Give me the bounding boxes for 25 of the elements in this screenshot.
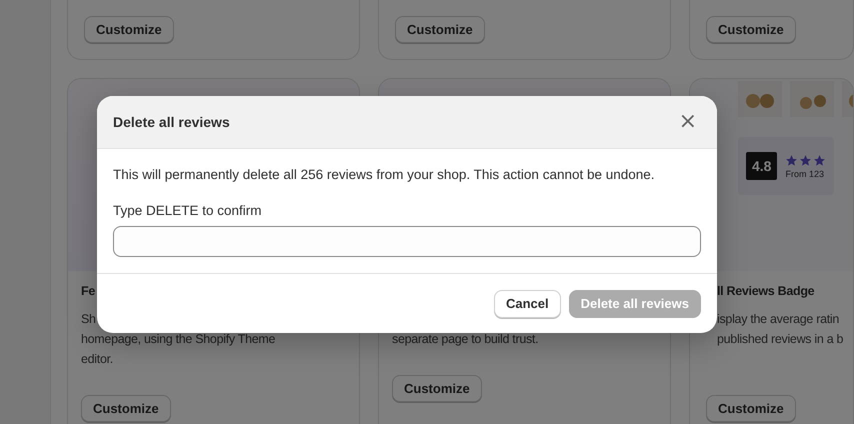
customize-button[interactable]: Customize: [706, 16, 796, 43]
star-icon: [799, 154, 812, 166]
customize-button[interactable]: Customize: [395, 16, 485, 43]
card-title: Fe: [81, 283, 95, 300]
customize-button[interactable]: Customize: [81, 395, 171, 422]
card-description-line: isplay the average ratin: [717, 311, 840, 328]
customize-button[interactable]: Customize: [706, 395, 796, 422]
close-button[interactable]: ×: [674, 111, 701, 133]
customize-button[interactable]: Customize: [84, 16, 174, 43]
card-description-line: published reviews in a b: [717, 331, 844, 348]
confirm-input-field[interactable]: [113, 226, 701, 257]
star-icon: [813, 154, 826, 166]
dialog-title: Delete all reviews: [113, 114, 230, 130]
card-description-line: homepage, using the Shopify Theme: [81, 331, 276, 348]
customize-button[interactable]: Customize: [392, 375, 482, 402]
dialog-message: This will permanently delete all 256 reviews from your shop. This action cannot be undone.: [113, 166, 656, 184]
card-description-line: Sh: [81, 311, 96, 328]
rating-caption: From 123: [785, 168, 825, 178]
card-description-line: separate page to build trust.: [392, 331, 538, 348]
rating-value: 4.8: [746, 152, 778, 180]
field-label: Type DELETE to confirm: [113, 202, 263, 220]
card-title: ll Reviews Badge: [717, 283, 814, 300]
card-description-line: editor.: [81, 351, 113, 368]
cancel-button[interactable]: Cancel: [494, 290, 561, 318]
star-icon: [785, 154, 798, 166]
